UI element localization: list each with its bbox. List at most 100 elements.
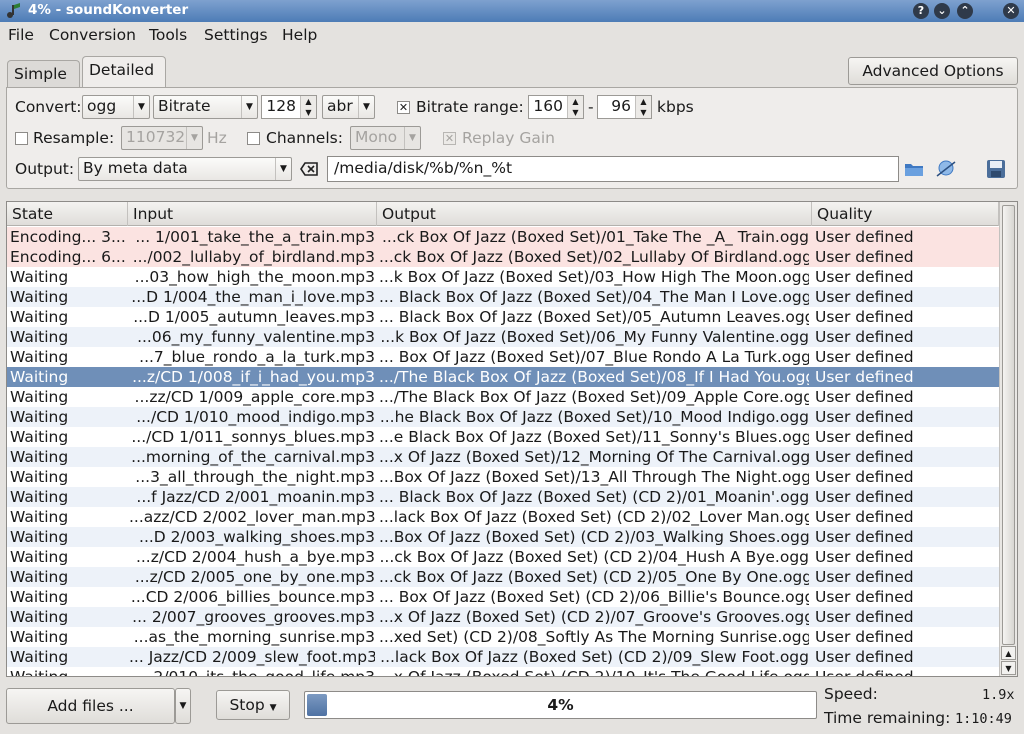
table-row[interactable]: Waiting ...D 1/005_autumn_leaves.mp3... B… — [7, 307, 999, 327]
column-header-quality[interactable]: Quality — [812, 202, 999, 226]
table-row[interactable]: Waiting ...03_how_high_the_moon.mp3 ...k B… — [7, 267, 999, 287]
table-row[interactable]: Waiting ...7_blue_rondo_a_la_turk.mp3... … — [7, 347, 999, 367]
table-row[interactable]: Waiting ...06_my_funny_valentine.mp3 ...k … — [7, 327, 999, 347]
table-row[interactable]: Waiting ... 2/007_grooves_grooves.mp3 ...x… — [7, 607, 999, 627]
advanced-options-button[interactable]: Advanced Options — [848, 57, 1018, 85]
spin-arrows-icon[interactable]: ▲ ▼ — [300, 96, 316, 118]
table-row[interactable]: Waiting ...D 2/003_walking_shoes.mp3 ...Bo… — [7, 527, 999, 547]
cell-state: Waiting — [10, 628, 69, 646]
folder-open-icon[interactable] — [903, 158, 925, 180]
scroll-up-icon[interactable]: ▲ — [1001, 646, 1016, 660]
table-row[interactable]: Waiting ...CD 2/006_billies_bounce.mp3...… — [7, 587, 999, 607]
cell-output: ... Black Box Of Jazz (Boxed Set)/04_The… — [379, 288, 809, 306]
cell-quality: User defined — [815, 448, 914, 466]
channels-checkbox[interactable] — [247, 132, 260, 145]
cell-input: ...azz/CD 2/002_lover_man.mp3 — [129, 508, 375, 526]
cell-input: ... Jazz/CD 2/009_slew_foot.mp3 — [129, 648, 375, 666]
column-header-input[interactable]: Input — [128, 202, 377, 226]
scrollbar-thumb[interactable] — [1002, 205, 1015, 645]
cell-quality: User defined — [815, 268, 914, 286]
channels-select[interactable]: Mono ▼ — [350, 126, 421, 150]
menu-settings[interactable]: Settings — [204, 26, 268, 44]
replay-gain-checkbox[interactable]: ✕ — [443, 132, 456, 145]
menu-conversion[interactable]: Conversion — [49, 26, 136, 44]
stop-button[interactable]: Stop ▼ — [216, 690, 290, 720]
output-mode-select[interactable]: By meta data ▼ — [78, 157, 292, 181]
window-title: 4% - soundKonverter — [28, 2, 189, 18]
clear-input-icon[interactable] — [300, 160, 320, 178]
table-row[interactable]: Waiting ...morning_of_the_carnival.mp3...… — [7, 447, 999, 467]
bitrate-range-checkbox[interactable]: ✕ — [397, 101, 410, 114]
chevron-down-icon: ▼ — [269, 703, 277, 713]
cell-output: ...he Black Box Of Jazz (Boxed Set)/10_M… — [379, 408, 809, 426]
table-row[interactable]: Waiting .../CD 1/010_mood_indigo.mp3 ...he… — [7, 407, 999, 427]
menu-help[interactable]: Help — [282, 26, 317, 44]
cell-input: ... 2/007_grooves_grooves.mp3 — [132, 608, 375, 626]
format-select[interactable]: ogg ▼ — [82, 95, 150, 119]
cell-quality: User defined — [815, 308, 914, 326]
mode-select[interactable]: Bitrate ▼ — [153, 95, 258, 119]
channels-label: Channels: — [266, 129, 343, 147]
help-icon[interactable]: ? — [913, 3, 929, 19]
cell-input: .../CD 1/010_mood_indigo.mp3 — [136, 408, 375, 426]
table-row[interactable]: Waiting ...z/CD 2/005_one_by_one.mp3 ...ck… — [7, 567, 999, 587]
column-header-state[interactable]: State — [7, 202, 128, 226]
network-icon[interactable] — [935, 158, 957, 180]
column-header-output[interactable]: Output — [377, 202, 812, 226]
file-list[interactable]: State Input Output Quality Encoding... 3… — [6, 201, 1018, 677]
menu-file[interactable]: File — [8, 26, 34, 44]
table-row[interactable]: Waiting .../CD 1/011_sonnys_blues.mp3 ...e… — [7, 427, 999, 447]
cell-output: ... Black Box Of Jazz (Boxed Set)/05_Aut… — [379, 308, 809, 326]
cell-quality: User defined — [815, 588, 914, 606]
spin-arrows-icon[interactable]: ▲ ▼ — [635, 96, 651, 118]
cell-state: Waiting — [10, 348, 69, 366]
bitrate-mode-select[interactable]: abr ▼ — [322, 95, 375, 119]
cell-state: Waiting — [10, 388, 69, 406]
close-icon[interactable]: ✕ — [1003, 3, 1019, 19]
table-row[interactable]: Waiting ...D 1/004_the_man_i_love.mp3... … — [7, 287, 999, 307]
table-row[interactable]: Waiting ...2/010_its_the_good_life.mp3...… — [7, 667, 999, 677]
bitrate-min-spinbox[interactable]: 160 ▲ ▼ — [528, 95, 584, 119]
menu-tools[interactable]: Tools — [149, 26, 187, 44]
time-remaining-label: Time remaining: — [824, 709, 951, 727]
bitrate-max-spinbox[interactable]: 96 ▲ ▼ — [597, 95, 652, 119]
table-row[interactable]: Encoding... 6... .../002_lullaby_of_birdl… — [7, 247, 999, 267]
cell-input: ...f Jazz/CD 2/001_moanin.mp3 — [136, 488, 375, 506]
vertical-scrollbar[interactable]: ▲ ▼ — [999, 202, 1017, 676]
tab-simple[interactable]: Simple — [7, 60, 80, 88]
cell-input: ...D 1/004_the_man_i_love.mp3 — [131, 288, 375, 306]
spin-arrows-icon[interactable]: ▲ ▼ — [567, 96, 583, 118]
add-files-menu-button[interactable]: ▼ — [175, 688, 191, 724]
table-row[interactable]: Waiting ...z/CD 2/004_hush_a_bye.mp3 ...ck… — [7, 547, 999, 567]
cell-output: ...k Box Of Jazz (Boxed Set)/03_How High… — [379, 268, 809, 286]
cell-state: Waiting — [10, 448, 69, 466]
table-row[interactable]: Encoding... 3... ... 1/001_take_the_a_tra… — [7, 227, 999, 247]
table-row[interactable]: Waiting ...zz/CD 1/009_apple_core.mp3 .../… — [7, 387, 999, 407]
scroll-down-icon[interactable]: ▼ — [1001, 661, 1016, 675]
cell-input: ...z/CD 2/005_one_by_one.mp3 — [134, 568, 375, 586]
output-path-input[interactable]: /media/disk/%b/%n_%t — [327, 156, 899, 182]
table-row[interactable]: Waiting ...z/CD 1/008_if_i_had_you.mp3...… — [7, 367, 999, 387]
cell-state: Waiting — [10, 608, 69, 626]
menu-bar: File Conversion Tools Settings Help — [0, 22, 1024, 50]
cell-input: ...2/010_its_the_good_life.mp3 — [138, 668, 375, 677]
cell-state: Encoding... 6... — [10, 248, 126, 266]
table-row[interactable]: Waiting ...f Jazz/CD 2/001_moanin.mp3... … — [7, 487, 999, 507]
save-icon[interactable] — [985, 158, 1007, 180]
table-row[interactable]: Waiting ...as_the_morning_sunrise.mp3 ...x… — [7, 627, 999, 647]
table-row[interactable]: Waiting ...azz/CD 2/002_lover_man.mp3 ...l… — [7, 507, 999, 527]
samplerate-select[interactable]: 110732 ▼ — [121, 126, 203, 150]
cell-state: Waiting — [10, 668, 69, 677]
file-list-rows: Encoding... 3... ... 1/001_take_the_a_tra… — [7, 227, 999, 677]
table-row[interactable]: Waiting ...3_all_through_the_night.mp3...… — [7, 467, 999, 487]
minimize-icon[interactable]: ⌄ — [934, 3, 950, 19]
resample-checkbox[interactable] — [15, 132, 28, 145]
tab-detailed[interactable]: Detailed — [82, 56, 166, 88]
title-bar[interactable]: 4% - soundKonverter ? ⌄ ⌃ ✕ — [0, 0, 1024, 22]
cell-output: ...x Of Jazz (Boxed Set) (CD 2)/07_Groov… — [379, 608, 809, 626]
add-files-button[interactable]: Add files ... — [6, 688, 175, 724]
maximize-icon[interactable]: ⌃ — [957, 3, 973, 19]
table-row[interactable]: Waiting ... Jazz/CD 2/009_slew_foot.mp3..… — [7, 647, 999, 667]
bitrate-spinbox[interactable]: 128 ▲ ▼ — [261, 95, 317, 119]
cell-input: ...3_all_through_the_night.mp3 — [135, 468, 375, 486]
